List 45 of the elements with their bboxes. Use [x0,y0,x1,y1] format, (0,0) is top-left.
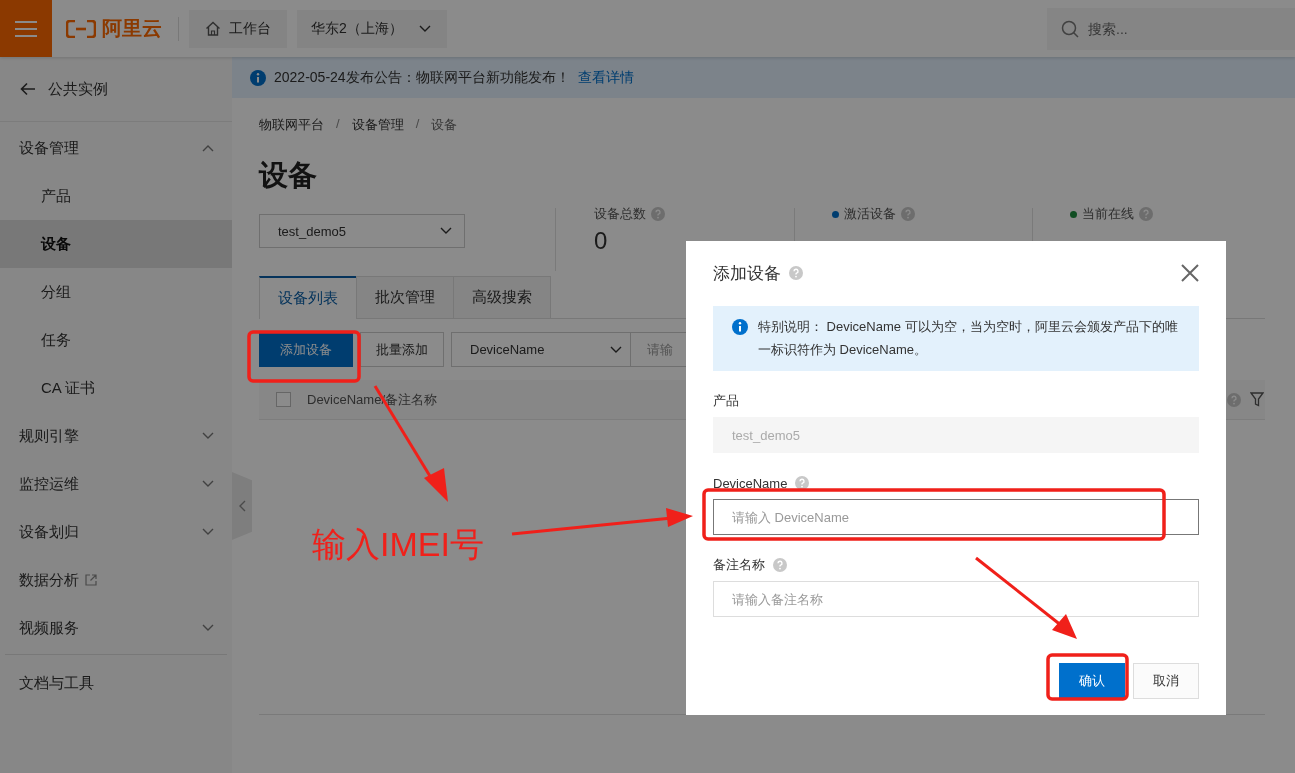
tab[interactable]: 高级搜索 [453,276,551,318]
breadcrumb-separator: / [415,116,420,133]
nav-item[interactable]: 分组 [0,268,232,316]
field-select[interactable]: DeviceName [451,332,631,367]
field-label: 备注名称 [713,556,765,574]
breadcrumb-separator: / [336,116,340,133]
nav-item[interactable]: 监控运维 [0,460,232,508]
input-field[interactable]: 请输入 DeviceName [713,499,1199,535]
field-label: 产品 [713,392,739,410]
region-dropdown[interactable]: 华东2（上海） [297,9,447,48]
stat-label: 设备总数 [594,205,646,223]
nav-item[interactable]: 数据分析 [0,556,232,604]
confirm-button[interactable]: 确认 [1059,663,1125,699]
cancel-button[interactable]: 取消 [1133,663,1199,699]
nav-item[interactable]: 设备 [0,220,232,268]
input-field: test_demo5 [713,417,1199,453]
search-field[interactable]: 搜索... [1047,7,1295,50]
info-text: 特别说明： DeviceName 可以为空，当为空时，阿里云会颁发产品下的唯一标识符作为 DeviceName。 [758,318,1179,359]
batch-add-button[interactable]: 批量添加 [360,332,444,367]
nav-item[interactable]: 产品 [0,172,232,220]
nav-item[interactable]: 设备管理 [0,124,232,172]
nav-item[interactable]: CA 证书 [0,364,232,412]
nav-item[interactable]: 任务 [0,316,232,364]
breadcrumb-item[interactable]: 物联网平台 [259,116,324,134]
notice-text: 2022-05-24发布公告：物联网平台新功能发布！ [274,68,570,87]
add-device-button[interactable]: 添加设备 [259,332,353,367]
details-link[interactable]: 查看详情 [577,68,634,87]
nav-item[interactable]: 视频服务 [0,604,232,652]
tab[interactable]: 批次管理 [356,276,454,318]
stat-label: 激活设备 [844,205,896,223]
annotation-text: 输入IMEI号 [312,524,484,565]
breadcrumb-item[interactable]: 设备管理 [351,116,404,134]
nav-item[interactable]: 设备划归 [0,508,232,556]
dialog-title: 添加设备 [713,262,781,285]
workbench-button[interactable]: 工作台 [189,9,287,48]
breadcrumb-item: 设备 [431,116,458,134]
tab[interactable]: 设备列表 [259,276,357,319]
page-title: 设备 [259,158,318,193]
nav-item[interactable]: 规则引擎 [0,412,232,460]
product-select[interactable]: test_demo5 [259,214,465,248]
logo-text: 阿里云 [102,16,162,41]
stat-value: 0 [594,227,609,255]
field-label: DeviceName [713,475,788,491]
nav-item[interactable]: 文档与工具 [0,659,232,707]
stat-label: 当前在线 [1082,205,1134,223]
